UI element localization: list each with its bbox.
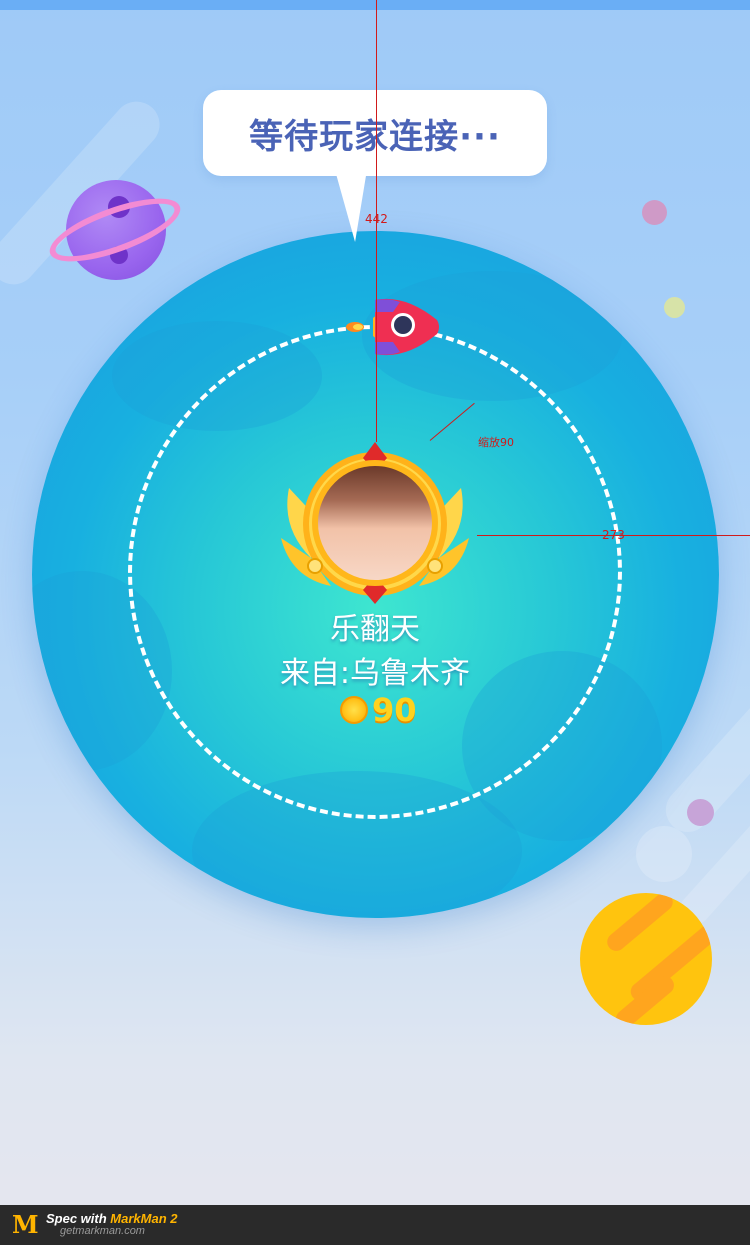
coin-balance: 90 [340,690,417,730]
player-location: 来自:乌鲁木齐 [279,656,471,691]
markman-logo: M [12,1210,39,1239]
player-name: 乐翻天 [330,612,420,647]
decor-dot [642,200,667,225]
decor-dot [664,297,685,318]
player-avatar [312,460,438,586]
top-bar [0,0,750,10]
planet-stripe [603,893,677,955]
footer-text: Spec with MarkMan 2 getmarkman.com [46,1212,178,1238]
decor-dot [636,826,692,882]
yellow-planet [580,893,712,1025]
markman-footer: M Spec with MarkMan 2 getmarkman.com [0,1205,750,1245]
footer-brand: MarkMan 2 [110,1211,178,1226]
rocket-icon [346,298,439,356]
bubble-tail [334,170,378,242]
decor-dot [687,799,714,826]
status-text: 等待玩家连接··· [249,116,501,157]
measure-label-scale: 缩放90 [478,436,514,449]
footer-prefix: Spec with [46,1211,111,1226]
footer-url: getmarkman.com [60,1225,145,1237]
footer-spec: Spec with MarkMan 2 [46,1212,178,1225]
coin-icon [340,696,368,724]
measure-label-right: 273 [602,528,625,542]
status-bubble: 等待玩家连接··· [203,90,547,176]
measure-label-top: 442 [365,212,388,226]
coin-value: 90 [372,691,417,729]
